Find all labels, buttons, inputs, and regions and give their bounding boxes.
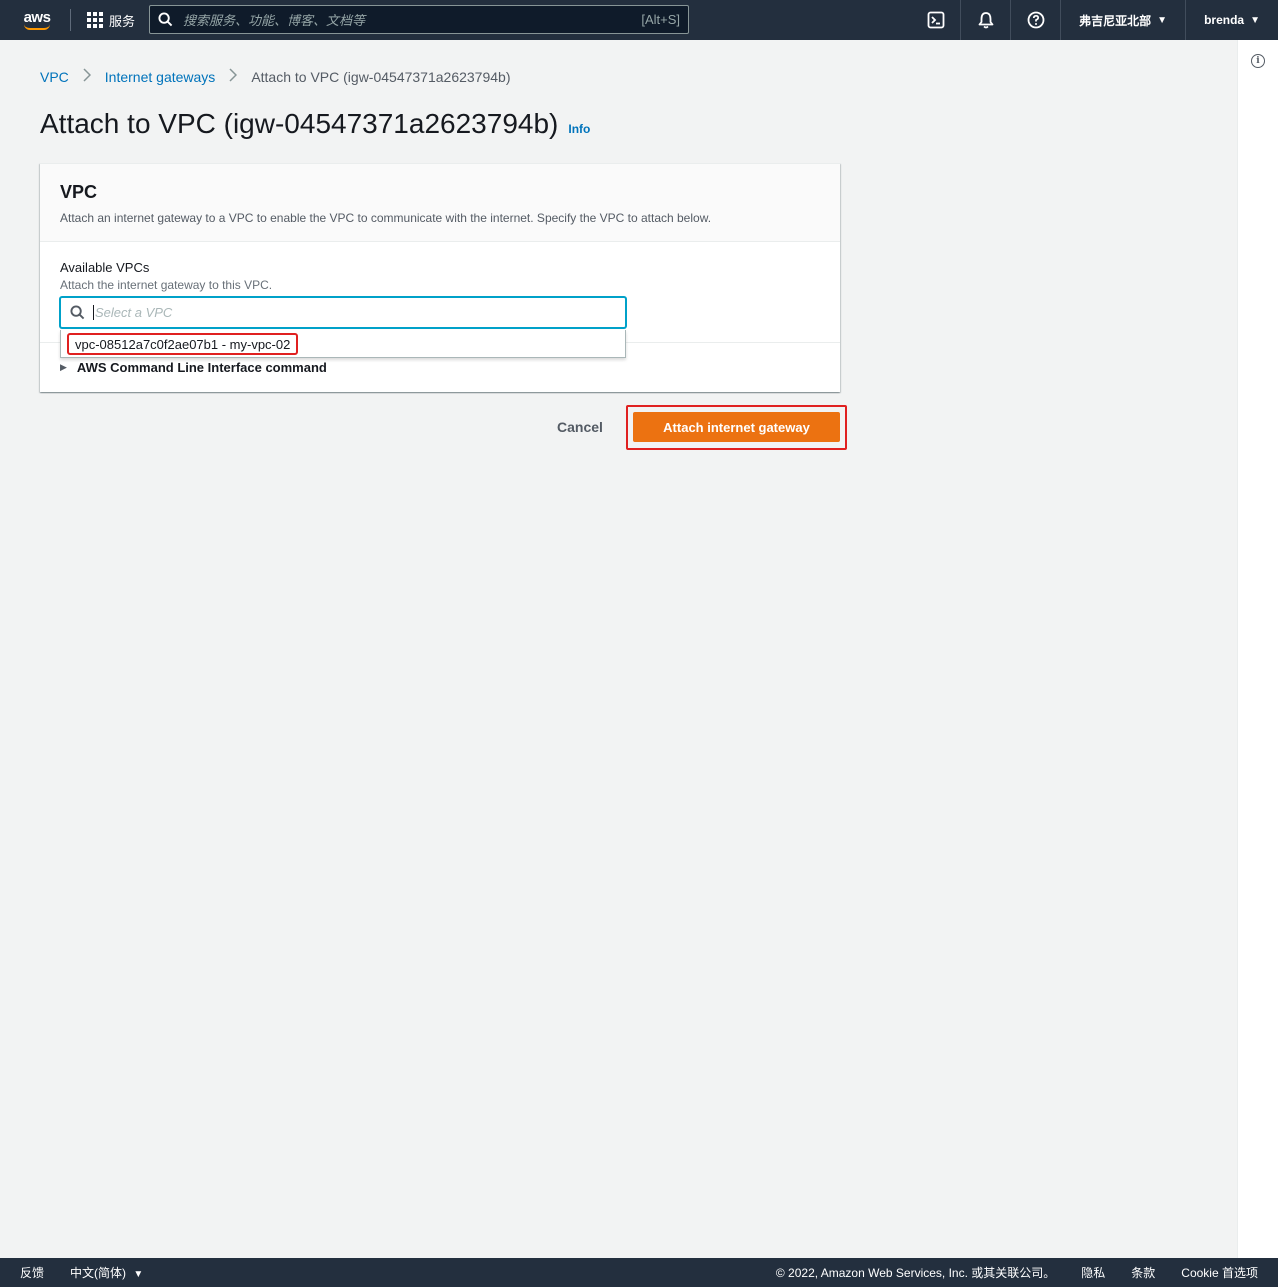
copyright-text: © 2022, Amazon Web Services, Inc. 或其关联公司…: [775, 1266, 1056, 1280]
breadcrumb-link-internet-gateways[interactable]: Internet gateways: [105, 69, 216, 85]
services-menu-button[interactable]: 服务: [79, 0, 143, 40]
breadcrumb-link-vpc[interactable]: VPC: [40, 69, 69, 85]
vpc-container-header: VPC Attach an internet gateway to a VPC …: [40, 164, 840, 242]
vpc-option[interactable]: vpc-08512a7c0f2ae07b1 - my-vpc-02: [67, 333, 299, 355]
cli-command-label: AWS Command Line Interface command: [76, 360, 327, 375]
info-link[interactable]: Info: [568, 122, 590, 136]
caret-right-icon: ▶: [60, 362, 67, 372]
privacy-link[interactable]: 隐私: [1081, 1264, 1105, 1281]
account-username: brenda: [1204, 13, 1245, 27]
available-vpcs-label: Available VPCs: [60, 260, 150, 275]
caret-down-icon: ▼: [1157, 14, 1168, 26]
language-label: 中文(简体): [70, 1266, 127, 1280]
services-label: 服务: [109, 13, 136, 29]
search-icon: [158, 12, 173, 27]
help-button[interactable]: [1011, 0, 1062, 40]
info-icon[interactable]: i: [1251, 54, 1265, 68]
help-panel-rail: i: [1237, 40, 1278, 1258]
vpc-container-heading: VPC: [60, 182, 98, 202]
vpc-container: VPC Attach an internet gateway to a VPC …: [40, 163, 840, 392]
aws-logo[interactable]: aws: [12, 0, 62, 40]
footer: 反馈 中文(简体) ▼ © 2022, Amazon Web Services,…: [0, 1258, 1278, 1287]
cookie-preferences-link[interactable]: Cookie 首选项: [1181, 1264, 1258, 1281]
aws-logo-text: aws: [23, 8, 51, 26]
terms-link[interactable]: 条款: [1131, 1264, 1155, 1281]
language-selector[interactable]: 中文(简体) ▼: [70, 1264, 143, 1281]
feedback-link[interactable]: 反馈: [20, 1264, 44, 1281]
search-icon: [70, 305, 85, 320]
nav-divider: [70, 9, 71, 31]
region-label: 弗吉尼亚北部: [1079, 13, 1152, 28]
breadcrumb-current: Attach to VPC (igw-04547371a2623794b): [251, 68, 511, 85]
chevron-right-icon: [83, 68, 91, 85]
vpc-dropdown-list: vpc-08512a7c0f2ae07b1 - my-vpc-02: [60, 330, 626, 358]
cloudshell-button[interactable]: [911, 0, 962, 40]
nav-right-group: 弗吉尼亚北部 ▼ brenda ▼: [911, 0, 1278, 40]
caret-down-icon: ▼: [133, 1269, 144, 1280]
grid-icon: [87, 12, 103, 28]
notifications-button[interactable]: [961, 0, 1012, 40]
help-icon: [1027, 11, 1045, 29]
vpc-select-placeholder: Select a VPC: [93, 305, 173, 320]
page-header: Attach to VPC (igw-04547371a2623794b) In…: [40, 108, 590, 140]
vpc-select-input[interactable]: Select a VPC: [60, 297, 626, 328]
search-shortcut: [Alt+S]: [641, 12, 680, 27]
chevron-right-icon: [229, 68, 238, 85]
bell-icon: [978, 12, 994, 29]
attach-internet-gateway-button[interactable]: Attach internet gateway: [633, 412, 840, 442]
cloudshell-icon: [927, 11, 945, 29]
region-selector[interactable]: 弗吉尼亚北部 ▼: [1061, 0, 1187, 40]
page-title: Attach to VPC (igw-04547371a2623794b): [40, 108, 559, 139]
cli-command-expander[interactable]: ▶ AWS Command Line Interface command: [60, 360, 327, 375]
vpc-container-description: Attach an internet gateway to a VPC to e…: [60, 211, 712, 225]
aws-logo-smile: [24, 24, 50, 30]
available-vpcs-description: Attach the internet gateway to this VPC.: [60, 278, 273, 292]
global-search-input[interactable]: 搜索服务、功能、博客、文档等 [Alt+S]: [149, 5, 689, 34]
cancel-button[interactable]: Cancel: [540, 413, 620, 441]
account-menu[interactable]: brenda ▼: [1186, 0, 1278, 40]
caret-down-icon: ▼: [1250, 14, 1260, 26]
search-placeholder: 搜索服务、功能、博客、文档等: [183, 13, 366, 28]
top-navigation: aws 服务 搜索服务、功能、博客、文档等 [Alt+S] 弗吉尼亚北部 ▼ b…: [0, 0, 1278, 40]
breadcrumb: VPC Internet gateways Attach to VPC (igw…: [40, 68, 511, 85]
